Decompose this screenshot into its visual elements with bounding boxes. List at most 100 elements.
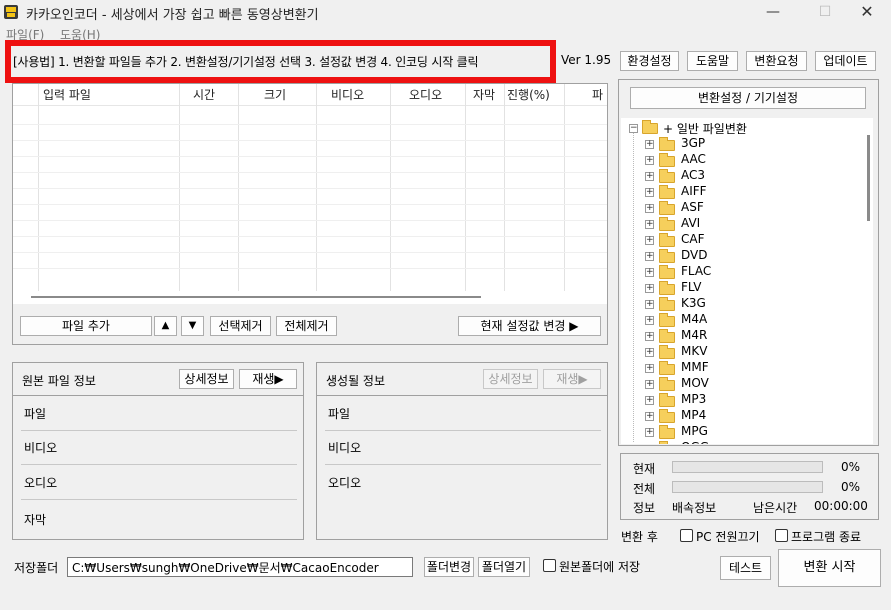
source-info-panel: 원본 파일 정보 상세정보 재생▶ 파일 비디오 오디오 자막 <box>12 362 304 540</box>
expand-icon[interactable]: + <box>645 380 654 389</box>
test-button[interactable]: 테스트 <box>720 556 771 580</box>
expand-icon[interactable]: + <box>645 428 654 437</box>
add-file-button[interactable]: 파일 추가 <box>20 316 152 336</box>
version-label: Ver 1.95 <box>561 53 612 67</box>
file-list[interactable]: 입력 파일 시간 크기 비디오 오디오 자막 진행(%) 파 파일 추가 ▲ ▼… <box>12 83 608 345</box>
folder-icon <box>659 313 675 327</box>
open-folder-button[interactable]: 폴더열기 <box>478 557 530 577</box>
current-progress-label: 현재 <box>633 462 656 476</box>
source-subtitle-label: 자막 <box>24 513 47 527</box>
folder-icon <box>659 169 675 183</box>
settings-tree-panel: 변환설정 / 기기설정 − + 일반 파일변환 +3GP + AAC + AC3 + AIF… <box>618 79 879 446</box>
expand-icon[interactable]: + <box>645 396 654 405</box>
progress-panel: 현재 0% 전체 0% 정보 배속정보 남은시간 00:00:00 <box>620 453 879 520</box>
file-list-header: 입력 파일 시간 크기 비디오 오디오 자막 진행(%) 파 <box>13 84 607 106</box>
maximize-button[interactable]: ☐ <box>802 0 848 26</box>
expand-icon[interactable]: + <box>645 332 654 341</box>
column-extra[interactable]: 파 <box>592 86 603 103</box>
save-folder-input[interactable] <box>67 557 413 577</box>
output-play-button[interactable]: 재생▶ <box>543 369 601 389</box>
folder-icon <box>659 185 675 199</box>
save-in-source-label[interactable]: 원본폴더에 저장 <box>559 558 640 575</box>
output-detail-button[interactable]: 상세정보 <box>483 369 538 389</box>
expand-icon[interactable]: + <box>645 316 654 325</box>
delete-selected-button[interactable]: 선택제거 <box>210 316 271 336</box>
column-video[interactable]: 비디오 <box>331 86 364 103</box>
expand-icon[interactable]: + <box>645 204 654 213</box>
source-play-button[interactable]: 재생▶ <box>239 369 297 389</box>
total-progress-bar <box>672 481 823 493</box>
move-up-button[interactable]: ▲ <box>154 316 177 336</box>
start-conversion-button[interactable]: 변환 시작 <box>778 549 881 587</box>
change-current-settings-button[interactable]: 현재 설정값 변경 ▶ <box>458 316 601 336</box>
program-exit-checkbox[interactable] <box>775 529 788 542</box>
close-button[interactable]: ✕ <box>844 0 890 26</box>
horizontal-scroll-thumb[interactable] <box>31 296 481 298</box>
tree-item-label: AIFF <box>681 184 707 198</box>
format-tree[interactable]: − + 일반 파일변환 +3GP + AAC + AC3 + AIFF + ASF + AVI + CA… <box>621 118 873 444</box>
tree-item-label: MMF <box>681 360 709 374</box>
panel-divider <box>13 395 303 396</box>
app-icon <box>4 5 18 19</box>
row-divider <box>21 464 297 465</box>
program-exit-label[interactable]: 프로그램 종료 <box>791 528 861 545</box>
expand-icon[interactable]: + <box>645 284 654 293</box>
source-detail-button[interactable]: 상세정보 <box>179 369 234 389</box>
column-input-file[interactable]: 입력 파일 <box>43 86 91 103</box>
expand-icon[interactable]: + <box>645 188 654 197</box>
expand-icon[interactable]: + <box>645 236 654 245</box>
vertical-scroll-thumb[interactable] <box>867 135 870 221</box>
env-settings-button[interactable]: 환경설정 <box>620 51 679 71</box>
expand-icon[interactable]: + <box>645 268 654 277</box>
row-divider <box>21 499 297 500</box>
expand-icon[interactable]: + <box>645 172 654 181</box>
column-progress[interactable]: 진행(%) <box>507 86 550 103</box>
help-button[interactable]: 도움말 <box>687 51 738 71</box>
move-down-button[interactable]: ▼ <box>181 316 204 336</box>
convert-settings-button[interactable]: 변환설정 / 기기설정 <box>630 87 866 109</box>
column-size[interactable]: 크기 <box>264 86 286 103</box>
tree-item-label: AAC <box>681 152 706 166</box>
pc-off-checkbox[interactable] <box>680 529 693 542</box>
current-progress-bar <box>672 461 823 473</box>
row-line <box>13 172 607 173</box>
folder-icon <box>659 377 675 391</box>
output-panel-title: 생성될 정보 <box>326 374 386 388</box>
delete-all-button[interactable]: 전체제거 <box>276 316 337 336</box>
tree-item-label: DVD <box>681 248 708 262</box>
expand-icon[interactable]: + <box>645 220 654 229</box>
expand-icon[interactable]: + <box>645 140 654 149</box>
expand-icon[interactable]: + <box>645 348 654 357</box>
minimize-button[interactable]: — <box>750 0 796 26</box>
column-subtitle[interactable]: 자막 <box>473 86 495 103</box>
folder-icon <box>659 361 675 375</box>
column-audio[interactable]: 오디오 <box>409 86 442 103</box>
save-in-source-checkbox[interactable] <box>543 559 556 572</box>
tree-item-label: AVI <box>681 216 701 230</box>
remaining-time-value: 00:00:00 <box>814 499 868 513</box>
update-button[interactable]: 업데이트 <box>815 51 876 71</box>
tree-item-label: FLV <box>681 280 702 294</box>
tree-item-label: CAF <box>681 232 705 246</box>
tree-item-label: MOV <box>681 376 709 390</box>
expand-icon[interactable]: + <box>645 252 654 261</box>
total-progress-label: 전체 <box>633 482 656 496</box>
tree-item-label: MKV <box>681 344 708 358</box>
tree-item-label: K3G <box>681 296 706 310</box>
source-audio-label: 오디오 <box>24 476 58 490</box>
change-folder-button[interactable]: 폴더변경 <box>424 557 474 577</box>
collapse-icon[interactable]: − <box>629 124 638 133</box>
current-progress-percent: 0% <box>840 460 860 474</box>
expand-icon[interactable]: + <box>645 412 654 421</box>
row-line <box>13 220 607 221</box>
expand-icon[interactable]: + <box>645 300 654 309</box>
expand-icon[interactable]: + <box>645 364 654 373</box>
output-info-panel: 생성될 정보 상세정보 재생▶ 파일 비디오 오디오 <box>316 362 608 540</box>
column-time[interactable]: 시간 <box>193 86 215 103</box>
source-file-label: 파일 <box>24 407 47 421</box>
expand-icon[interactable]: + <box>645 156 654 165</box>
request-button[interactable]: 변환요청 <box>746 51 807 71</box>
after-conversion-label: 변환 후 <box>621 530 658 544</box>
tree-item-label: MP4 <box>681 408 707 422</box>
pc-off-label[interactable]: PC 전원끄기 <box>696 528 760 545</box>
